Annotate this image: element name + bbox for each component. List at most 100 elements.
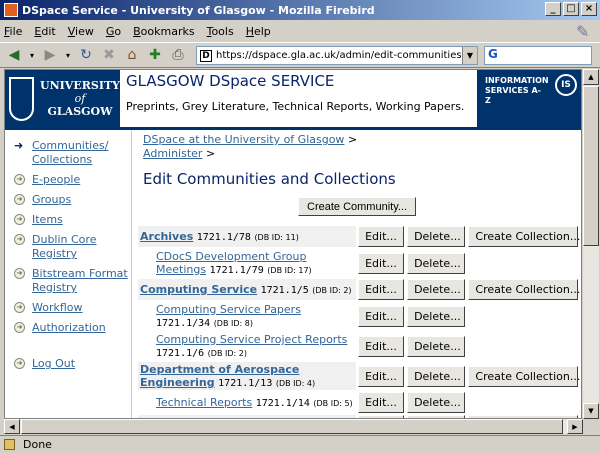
- reload-icon[interactable]: ↻: [76, 45, 96, 65]
- handle-text: 1721.1/5: [260, 285, 309, 296]
- handle-text: 1721.1/79: [209, 265, 264, 276]
- delete-button[interactable]: Delete...: [407, 392, 466, 413]
- community-cell: Computing Service 1721.1/5 (DB ID: 2): [138, 279, 356, 300]
- print-icon[interactable]: ⎙: [168, 45, 188, 65]
- search-input[interactable]: G: [484, 46, 592, 65]
- table-row: CDocS Development Group Meetings 1721.1/…: [138, 249, 581, 277]
- menu-bookmarks[interactable]: Bookmarks: [133, 25, 194, 38]
- table-row: Technical Reports 1721.1/14 (DB ID: 5) Ed…: [138, 392, 581, 413]
- stop-icon[interactable]: ✖: [99, 45, 119, 65]
- edit-button[interactable]: Edit...: [358, 392, 404, 413]
- sidebar-item-items[interactable]: ➜ Items: [5, 213, 131, 227]
- db-id-text: (DB ID: 17): [267, 266, 312, 275]
- db-id-text: (DB ID: 2): [207, 349, 247, 358]
- menu-edit[interactable]: Edit: [34, 25, 55, 38]
- create-collection-button[interactable]: Create Collection...: [468, 279, 580, 300]
- breadcrumb-home-link[interactable]: DSpace at the University of Glasgow: [143, 133, 344, 146]
- bullet-arrow-icon: ➜: [14, 234, 25, 245]
- create-collection-button[interactable]: Create Collection...: [468, 365, 580, 387]
- community-cell: Department of Aerospace Engineering 1721…: [138, 362, 356, 390]
- horizontal-scroll-thumb[interactable]: [21, 419, 563, 434]
- collection-link[interactable]: Computing Service Project Reports: [156, 333, 347, 346]
- edit-button[interactable]: Edit...: [358, 365, 404, 387]
- page-title: Edit Communities and Collections: [143, 170, 396, 188]
- vertical-scrollbar[interactable]: ▲ ▼: [583, 69, 599, 419]
- db-id-text: (DB ID: 8): [213, 319, 253, 328]
- site-header: UNIVERSITY of GLASGOW GLASGOW DSpace SER…: [5, 70, 581, 127]
- forward-icon[interactable]: ▶: [40, 45, 60, 65]
- horizontal-scrollbar[interactable]: ◀ ▶: [4, 419, 583, 434]
- collection-cell: Computing Service Project Reports 1721.1…: [138, 332, 356, 360]
- delete-button[interactable]: Delete...: [407, 252, 466, 274]
- scroll-left-icon[interactable]: ◀: [4, 419, 20, 434]
- menu-file[interactable]: File: [4, 25, 22, 38]
- create-community-button[interactable]: Create Community...: [298, 197, 417, 216]
- sidebar-item-workflow[interactable]: ➜ Workflow: [5, 301, 131, 315]
- delete-button[interactable]: Delete...: [407, 305, 466, 327]
- menu-help[interactable]: Help: [246, 25, 271, 38]
- security-lock-icon[interactable]: [4, 439, 15, 450]
- current-arrow-icon: ➜: [14, 139, 24, 152]
- edit-button[interactable]: Edit...: [358, 252, 404, 274]
- sidebar-item-authorization[interactable]: ➜ Authorization: [5, 321, 131, 335]
- url-bar[interactable]: D https://dspace.gla.ac.uk/admin/edit-co…: [196, 46, 478, 65]
- menu-tools[interactable]: Tools: [207, 25, 234, 38]
- vertical-scroll-thumb[interactable]: [583, 86, 599, 246]
- delete-button[interactable]: Delete...: [407, 226, 466, 247]
- delete-button[interactable]: Delete...: [407, 335, 466, 357]
- back-icon[interactable]: ◀: [4, 45, 24, 65]
- handle-text: 1721.1/34: [156, 318, 211, 329]
- page-viewport: UNIVERSITY of GLASGOW GLASGOW DSpace SER…: [4, 69, 582, 419]
- handle-text: 1721.1/6: [156, 348, 205, 359]
- delete-button[interactable]: Delete...: [407, 279, 466, 300]
- edit-button[interactable]: Edit...: [358, 226, 404, 247]
- sidebar-item-groups[interactable]: ➜ Groups: [5, 193, 131, 207]
- search-engine-icon: G: [488, 47, 498, 61]
- table-row: Archives 1721.1/78 (DB ID: 11) Edit... Del…: [138, 226, 581, 247]
- throbber-icon: ✎: [576, 22, 590, 41]
- scroll-right-icon[interactable]: ▶: [567, 419, 583, 434]
- create-collection-button[interactable]: Create Collection...: [468, 226, 580, 247]
- bullet-arrow-icon: ➜: [14, 194, 25, 205]
- edit-button[interactable]: Edit...: [358, 335, 404, 357]
- forward-dropdown-icon[interactable]: ▾: [63, 45, 73, 65]
- community-link[interactable]: Computing Service: [140, 283, 257, 296]
- maximize-button[interactable]: □: [563, 2, 579, 16]
- menu-bar: File Edit View Go Bookmarks Tools Help: [0, 21, 600, 41]
- scroll-down-icon[interactable]: ▼: [583, 403, 599, 419]
- menu-view[interactable]: View: [68, 25, 94, 38]
- sidebar-item-epeople[interactable]: ➜ E-people: [5, 173, 131, 187]
- table-row: Computing Service Papers 1721.1/34 (DB I…: [138, 302, 581, 330]
- home-icon[interactable]: ⌂: [122, 45, 142, 65]
- minimize-button[interactable]: _: [545, 2, 561, 16]
- sidebar-item-dublin-core[interactable]: ➜ Dublin Core Registry: [5, 233, 131, 261]
- sidebar-item-logout[interactable]: ➜ Log Out: [5, 357, 131, 371]
- edit-button[interactable]: Edit...: [358, 305, 404, 327]
- bullet-arrow-icon: ➜: [14, 268, 25, 279]
- bullet-arrow-icon: ➜: [14, 302, 25, 313]
- bookmark-add-icon[interactable]: ✚: [145, 45, 165, 65]
- menu-go[interactable]: Go: [106, 25, 121, 38]
- breadcrumb-administer-link[interactable]: Administer: [143, 147, 202, 160]
- scroll-up-icon[interactable]: ▲: [583, 69, 599, 85]
- collection-cell: CDocS Development Group Meetings 1721.1/…: [138, 249, 356, 277]
- community-link[interactable]: Archives: [140, 230, 193, 243]
- collection-link[interactable]: Technical Reports: [156, 396, 252, 409]
- back-dropdown-icon[interactable]: ▾: [27, 45, 37, 65]
- status-bar: Done: [0, 435, 600, 453]
- collection-link[interactable]: Computing Service Papers: [156, 303, 301, 316]
- sidebar-item-communities[interactable]: ➜ Communities/ Collections: [5, 139, 131, 167]
- university-logo[interactable]: UNIVERSITY of GLASGOW: [5, 70, 120, 127]
- status-text: Done: [23, 438, 52, 451]
- breadcrumb: DSpace at the University of Glasgow > Ad…: [143, 133, 358, 160]
- edit-button[interactable]: Edit...: [358, 279, 404, 300]
- close-button[interactable]: ×: [581, 2, 597, 16]
- url-dropdown-icon[interactable]: ▼: [462, 47, 477, 64]
- sidebar-item-bitstream[interactable]: ➜ Bitstream Format Registry: [5, 267, 131, 295]
- handle-text: 1721.1/13: [218, 378, 273, 389]
- collection-cell: Computing Service Papers 1721.1/34 (DB I…: [138, 302, 356, 330]
- table-row: Computing Service 1721.1/5 (DB ID: 2) Edi…: [138, 279, 581, 300]
- information-services-link[interactable]: INFORMATION SERVICES A-Z IS: [477, 70, 581, 127]
- url-text: https://dspace.gla.ac.uk/admin/edit-comm…: [216, 50, 462, 61]
- delete-button[interactable]: Delete...: [407, 365, 466, 387]
